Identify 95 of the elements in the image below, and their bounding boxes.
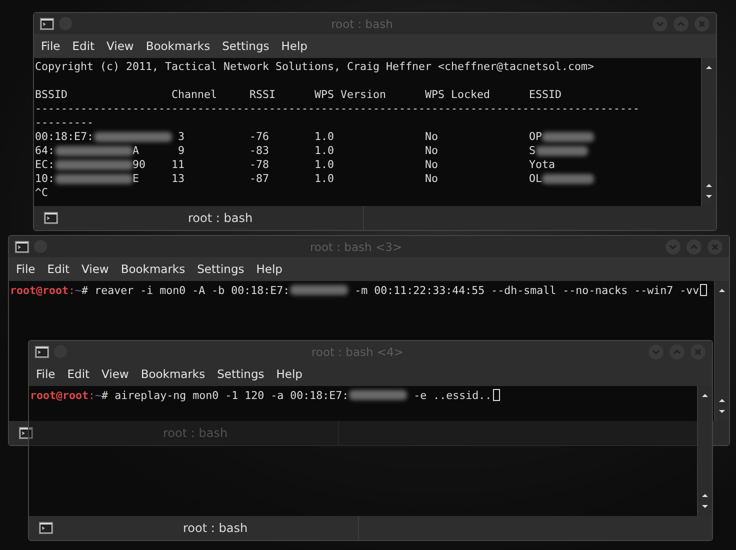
session-tab[interactable]: root : bash (34, 206, 364, 230)
menu-item[interactable]: Edit (42, 260, 75, 278)
menu-item[interactable]: View (96, 365, 134, 383)
version-text: 1.0 (314, 144, 334, 158)
prompt-path: ~ (95, 389, 102, 402)
rssi-text: -76 (250, 130, 270, 144)
rssi-text: -87 (250, 172, 270, 186)
close-button[interactable] (694, 16, 710, 32)
version-text: 1.0 (314, 172, 334, 186)
separator-line: ------------------------------------------------------------------------------------------------------ (35, 102, 640, 130)
rssi-text: -78 (250, 158, 270, 172)
menu-item[interactable]: Settings (192, 260, 250, 278)
terminal-icon (39, 522, 53, 534)
copyright-line: Copyright (c) 2011, Tactical Network Solutions, Craig Heffner <cheffner@tacnetsol.com> (35, 60, 596, 74)
prompt-user: root@root (10, 284, 69, 297)
maximize-button[interactable] (673, 16, 689, 32)
close-button[interactable] (707, 238, 723, 254)
column-header: ESSID (529, 88, 562, 102)
menu-item[interactable]: Edit (62, 365, 95, 383)
scroll-down-icon[interactable] (700, 503, 710, 511)
channel-text: 13 (170, 172, 184, 186)
essid-text: S (529, 144, 536, 158)
text-cursor (492, 389, 500, 401)
maximize-button[interactable] (686, 238, 702, 254)
scroll-up-icon[interactable] (717, 286, 727, 294)
essid-text: Yota (529, 158, 556, 172)
command-text: -m 00:11:22:33:44:55 --dh-small --no-nacks --win7 -vv (354, 284, 700, 297)
terminal-icon[interactable] (35, 346, 49, 358)
menu-item[interactable]: View (102, 37, 139, 55)
locked-text: No (425, 144, 438, 158)
menu-item[interactable]: Help (251, 260, 288, 278)
bssid-text: 10: (35, 172, 55, 186)
essid-text: OL (529, 172, 542, 186)
channel-text: 9 (176, 144, 184, 158)
terminal-icon[interactable] (15, 240, 29, 252)
menu-item[interactable]: Bookmarks (116, 260, 190, 278)
channel-text: 11 (170, 158, 184, 172)
scrollbar[interactable] (701, 58, 716, 206)
menu-item[interactable]: Bookmarks (140, 37, 216, 55)
scroll-up-icon[interactable] (704, 181, 714, 189)
menu-item[interactable]: File (36, 37, 66, 55)
menu-item[interactable]: Bookmarks (136, 365, 210, 383)
version-text: 1.0 (314, 130, 334, 144)
maximize-button[interactable] (669, 344, 685, 360)
bssid-text: A (132, 144, 140, 158)
essid-text: OP (529, 130, 542, 144)
locked-text: No (425, 158, 438, 172)
bssid-text: 64: (35, 144, 55, 158)
command-text: aireplay-ng mon0 -1 120 -a 00:18:E7: (114, 389, 349, 402)
close-button[interactable] (690, 344, 706, 360)
menu-item[interactable]: Help (276, 37, 312, 55)
prompt-symbol: # (82, 284, 88, 297)
minimize-button[interactable] (665, 238, 681, 254)
scroll-up-icon[interactable] (700, 491, 710, 499)
column-header: Channel (172, 88, 218, 102)
command-text: -e ..essid.. (414, 389, 492, 402)
menu-item[interactable]: File (11, 260, 40, 278)
minimize-button[interactable] (648, 344, 664, 360)
column-header: RSSI (250, 88, 276, 102)
scroll-down-icon[interactable] (704, 193, 714, 201)
bssid-text: EC: (35, 158, 55, 172)
prompt-path: ~ (75, 284, 82, 297)
menu-item[interactable]: Settings (217, 37, 274, 55)
interrupt-text: ^C (35, 186, 48, 199)
version-text: 1.0 (314, 158, 334, 172)
terminal-icon[interactable] (40, 18, 54, 30)
locked-text: No (425, 130, 438, 144)
menu-item[interactable]: File (31, 365, 60, 383)
blurred-redaction (348, 390, 408, 400)
bssid-text: E (132, 172, 140, 186)
terminal-icon (44, 212, 58, 224)
scroll-down-icon[interactable] (717, 408, 727, 416)
prompt-user: root@root (30, 389, 89, 402)
bssid-text: 90 (132, 158, 146, 172)
prompt-colon: : (68, 284, 76, 297)
menu-item[interactable]: Edit (67, 37, 100, 55)
menu-item[interactable]: Help (271, 365, 308, 383)
prompt-symbol: # (102, 389, 108, 402)
channel-text: 3 (176, 130, 184, 144)
text-cursor (700, 284, 708, 296)
scroll-up-icon[interactable] (704, 63, 714, 71)
blurred-redaction (290, 285, 348, 295)
column-header: WPS Locked (425, 88, 490, 102)
command-text: reaver -i mon0 -A -b 00:18:E7: (94, 284, 290, 297)
bssid-text: 00:18:E7: (35, 130, 94, 144)
menu-item[interactable]: View (76, 260, 114, 278)
column-header: WPS Version (314, 88, 386, 102)
menu-item[interactable]: Settings (212, 365, 270, 383)
minimize-button[interactable] (652, 16, 668, 32)
scrollbar[interactable] (714, 281, 729, 421)
column-header: BSSID (35, 88, 68, 102)
terminal-icon (19, 427, 33, 439)
locked-text: No (425, 172, 438, 186)
rssi-text: -83 (250, 144, 270, 158)
prompt-colon: : (88, 389, 96, 402)
